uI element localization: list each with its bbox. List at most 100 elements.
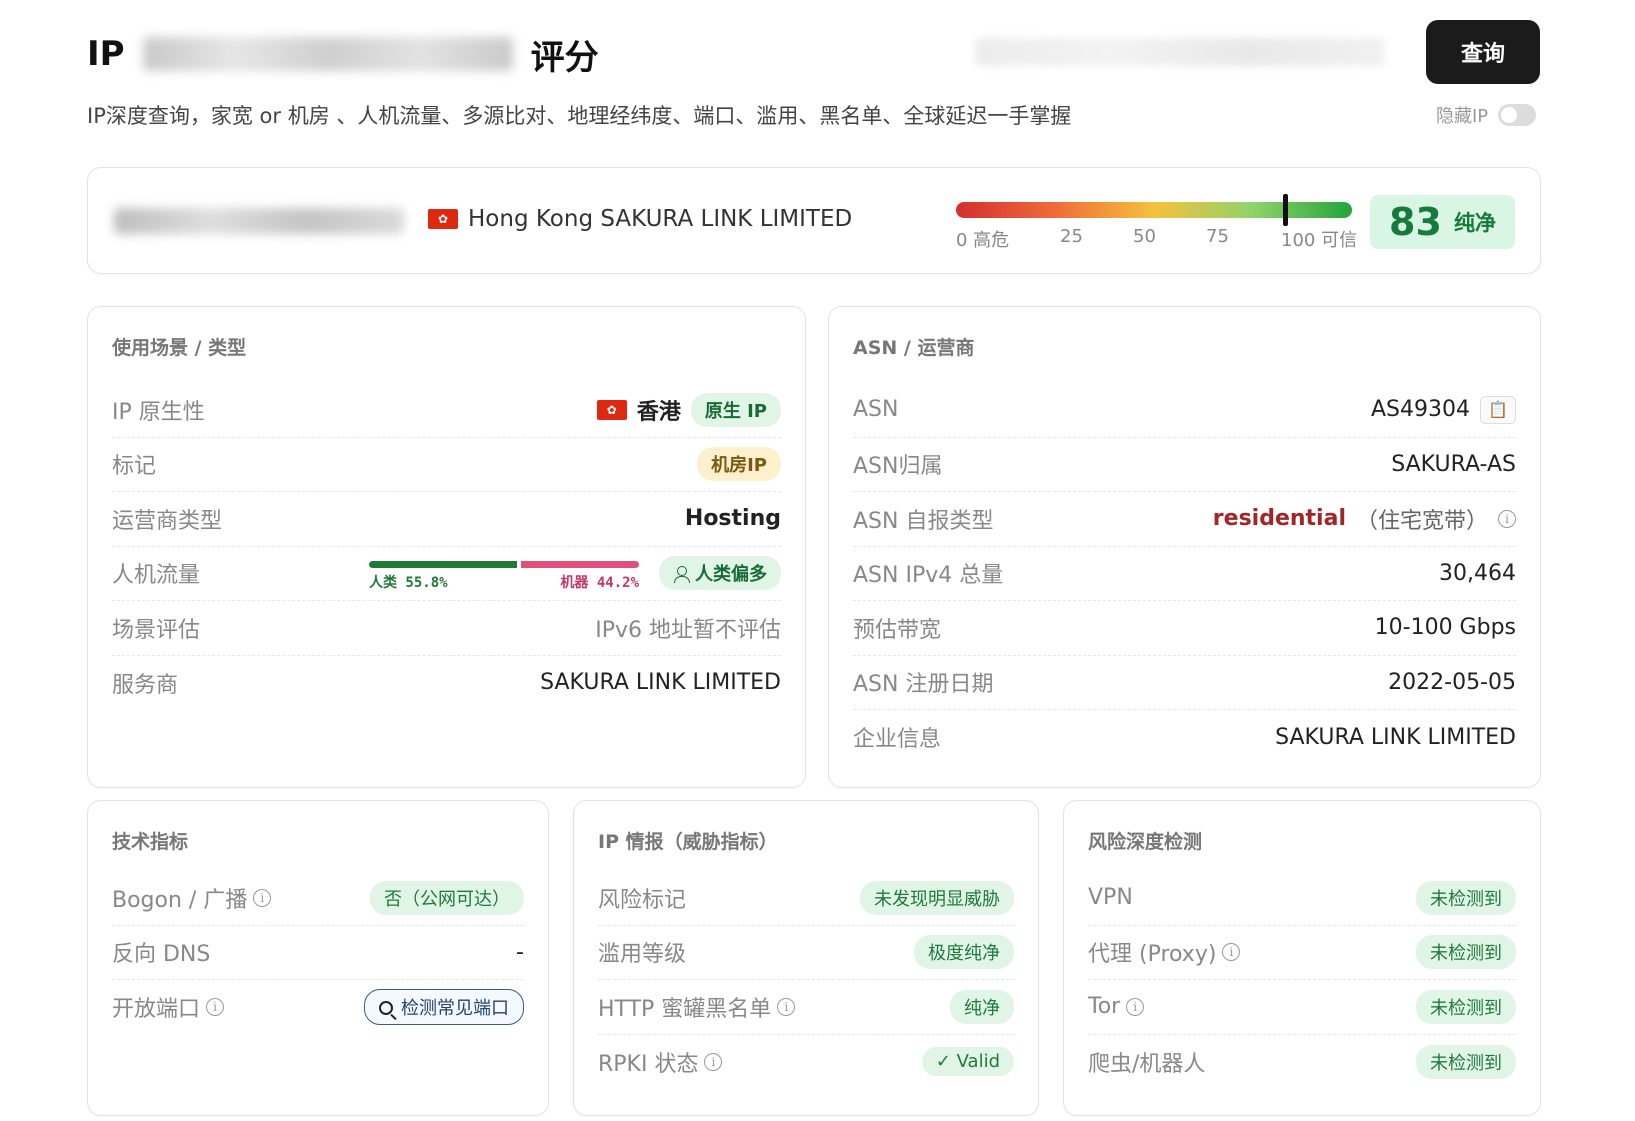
score-badge: 83 纯净 [1370,195,1515,249]
traffic-value: 人类 55.8% 机器 44.2% 人类偏多 [369,553,781,593]
bogon-label: Bogon / 广播 [112,887,248,913]
abuse-label: 滥用等级 [598,942,687,968]
ports-row: 开放端口 i 检测常见端口 [112,980,524,1035]
blurred-ip-address [114,208,404,234]
tick-75: 75 [1206,226,1229,247]
search-input[interactable] [975,38,1385,66]
info-icon[interactable]: i [1222,943,1241,962]
score-gauge-marker [1282,194,1288,226]
tick-50: 50 [1133,226,1156,247]
info-icon[interactable]: i [1498,509,1516,528]
score-gauge-bar [956,202,1352,218]
asn-owner-label: ASN归属 [853,454,943,480]
summary-card: ✿ Hong Kong SAKURA LINK LIMITED 0 高危 25 … [87,167,1541,274]
rpki-row: RPKI 状态 i ✓ Valid [598,1035,1014,1090]
vpn-badge: 未检测到 [1416,880,1516,915]
ports-label-group: 开放端口 i [112,991,225,1023]
page-subtitle: IP深度查询，家宽 or 机房 、人机流量、多源比对、地理经纬度、端口、滥用、黑… [87,104,1072,128]
abuse-badge: 极度纯净 [914,935,1014,970]
info-icon[interactable]: i [704,1052,723,1071]
bandwidth-row: 预估带宽 10-100 Gbps [853,601,1516,656]
native-ip-badge: 原生 IP [690,392,781,427]
asn-rows: ASN AS49304 📋 ASN归属 SAKURA-AS ASN 自报类型 r… [853,383,1516,765]
provider-label: 服务商 [112,672,179,698]
asn-self-type-row: ASN 自报类型 residential （住宅宽带） i [853,492,1516,547]
asn-row: ASN AS49304 📋 [853,383,1516,438]
proxy-row: 代理 (Proxy) i 未检测到 [1088,926,1516,980]
tag-label: 标记 [112,454,157,480]
bogon-badge: 否（公网可达） [370,880,524,915]
asn-value-group: AS49304 📋 [1371,395,1516,424]
hide-ip-label: 隐藏IP [1436,106,1489,127]
risk-flag-row: 风险标记 未发现明显威胁 [598,871,1014,926]
query-button[interactable]: 查询 [1426,20,1540,84]
location-text: Hong Kong SAKURA LINK LIMITED [468,206,853,232]
honeypot-badge: 纯净 [950,989,1014,1024]
risk-flag-badge: 未发现明显威胁 [860,880,1014,915]
scan-ports-button-label: 检测常见端口 [401,998,509,1020]
traffic-human-label: 人类 55.8% [369,575,448,592]
traffic-label: 人机流量 [112,563,201,589]
crawler-label: 爬虫/机器人 [1088,1051,1206,1077]
traffic-bot-label: 机器 44.2% [560,575,639,592]
asn-owner-value: SAKURA-AS [1391,451,1516,477]
scan-ports-button[interactable]: 检测常见端口 [364,989,524,1026]
hide-ip-toggle-group[interactable]: 隐藏IP [1436,102,1537,128]
company-label: 企业信息 [853,727,942,753]
isp-type-value: Hosting [684,506,781,532]
copy-icon[interactable]: 📋 [1480,395,1516,424]
asn-self-type-label: ASN 自报类型 [853,508,994,534]
score-label: 纯净 [1453,211,1496,235]
info-icon[interactable]: i [253,888,272,907]
asn-owner-row: ASN归属 SAKURA-AS [853,438,1516,492]
info-icon[interactable]: i [206,998,225,1017]
abuse-row: 滥用等级 极度纯净 [598,926,1014,980]
crawler-row: 爬虫/机器人 未检测到 [1088,1035,1516,1090]
rpki-badge: ✓ Valid [921,1047,1014,1077]
traffic-badge: 人类偏多 [659,556,781,591]
title-prefix: IP [87,34,125,74]
proxy-badge: 未检测到 [1416,935,1516,970]
ports-label: 开放端口 [112,997,201,1023]
traffic-bot-bar [521,561,639,569]
page-title: IP 评分 [87,30,599,78]
scene-value: IPv6 地址暂不评估 [595,617,781,643]
bogon-label-group: Bogon / 广播 i [112,882,272,914]
traffic-human-bar [369,561,518,569]
asn-card-title: ASN / 运营商 [853,337,975,359]
score-gauge-ticks: 0 高危 25 50 75 100 可信 [956,226,1357,251]
asn-self-type-value: residential [1212,506,1346,532]
person-icon [673,566,690,584]
vpn-label: VPN [1088,885,1133,911]
hide-ip-toggle[interactable] [1498,104,1537,126]
proxy-label-group: 代理 (Proxy) i [1088,936,1241,968]
asn-ipv4-label: ASN IPv4 总量 [853,563,1004,589]
score-number: 83 [1389,200,1442,244]
tag-row: 标记 机房IP [112,438,781,492]
tech-card: 技术指标 Bogon / 广播 i 否（公网可达） 反向 DNS - 开放端口 i … [87,800,549,1116]
tag-badge: 机房IP [697,447,781,482]
risk-rows: VPN 未检测到 代理 (Proxy) i 未检测到 Tor i 未检测到 爬虫/机… [1088,871,1516,1089]
bandwidth-value: 10-100 Gbps [1374,615,1516,641]
hong-kong-flag-icon: ✿ [596,399,627,420]
native-value: ✿ 香港 原生 IP [596,392,781,427]
traffic-split-bar: 人类 55.8% 机器 44.2% [369,553,639,593]
native-row: IP 原生性 ✿ 香港 原生 IP [112,383,781,438]
isp-type-row: 运营商类型 Hosting [112,492,781,547]
reg-date-value: 2022-05-05 [1388,669,1516,695]
summary-location: ✿ Hong Kong SAKURA LINK LIMITED [428,206,852,232]
honeypot-label-group: HTTP 蜜罐黑名单 i [598,991,796,1023]
provider-row: 服务商 SAKURA LINK LIMITED [112,656,781,711]
tor-label: Tor [1088,994,1121,1020]
info-icon[interactable]: i [1126,997,1145,1016]
risk-card: 风险深度检测 VPN 未检测到 代理 (Proxy) i 未检测到 Tor i 未检… [1063,800,1541,1116]
rdns-row: 反向 DNS - [112,926,524,980]
asn-value: AS49304 [1371,397,1470,423]
rdns-value: - [516,939,524,965]
tor-row: Tor i 未检测到 [1088,980,1516,1035]
vpn-row: VPN 未检测到 [1088,871,1516,926]
reg-date-label: ASN 注册日期 [853,672,994,698]
title-suffix: 评分 [530,37,599,78]
info-icon[interactable]: i [777,997,796,1016]
tor-label-group: Tor i [1088,994,1145,1020]
